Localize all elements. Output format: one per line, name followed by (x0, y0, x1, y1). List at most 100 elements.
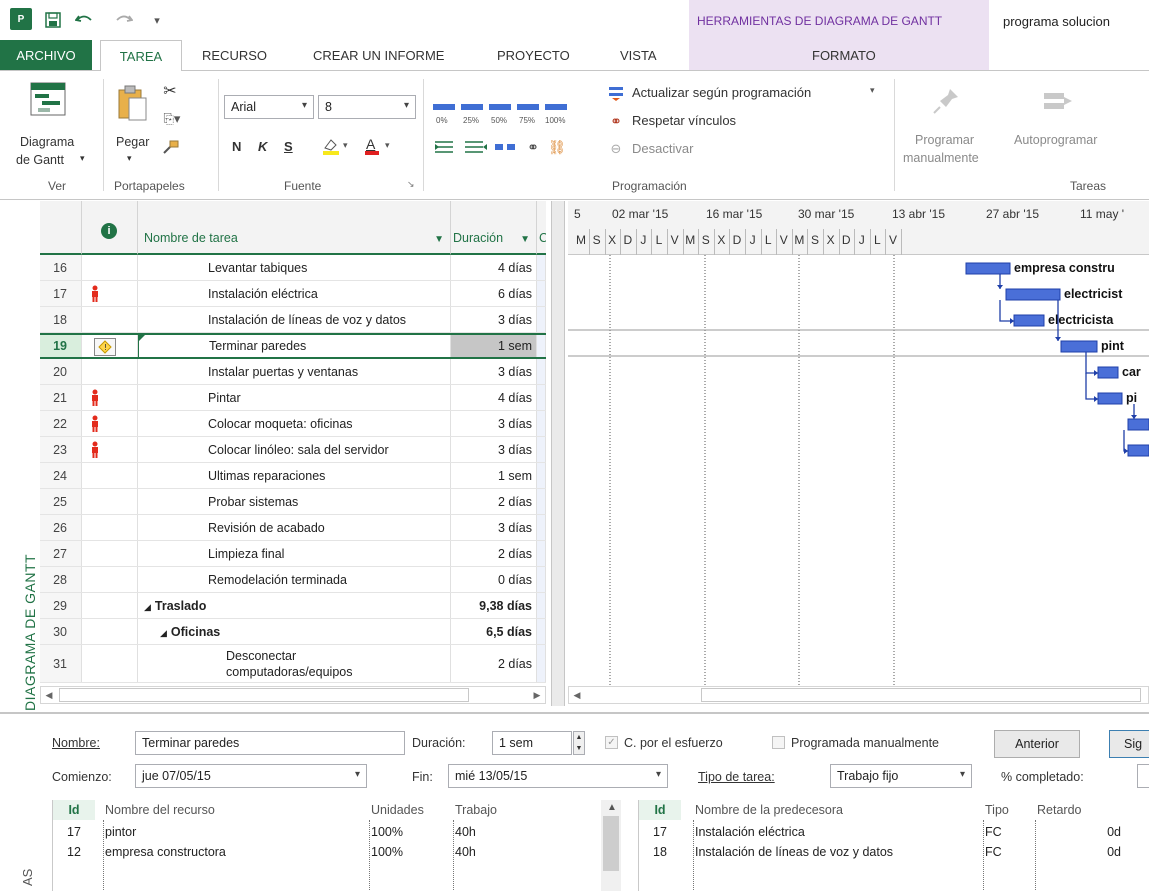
highlight-color-icon[interactable]: ▾ (320, 135, 356, 157)
grid-cell[interactable]: pintor (105, 822, 365, 842)
table-row[interactable]: 19! Terminar paredes 1 sem (40, 333, 546, 359)
finish-date-select[interactable]: mié 13/05/15 ▾ (448, 764, 668, 788)
duration-cell[interactable]: 6,5 días (451, 619, 537, 644)
task-name-cell[interactable]: Limpieza final (138, 541, 451, 566)
row-id[interactable]: 23 (40, 437, 82, 462)
grid-cell[interactable]: Instalación de líneas de voz y datos (695, 842, 975, 862)
table-row[interactable]: 21 Pintar 4 días (40, 385, 546, 411)
underline-button[interactable]: S (284, 139, 293, 154)
scrollbar-thumb[interactable] (59, 688, 469, 702)
respect-links-button[interactable]: Respetar vínculos (632, 113, 736, 128)
tab-formato[interactable]: FORMATO (812, 48, 876, 63)
task-name-header[interactable]: Nombre de tarea ▼ (138, 201, 451, 255)
view-splitter[interactable] (551, 201, 565, 706)
view-bar[interactable]: DIAGRAMA DE GANTT (0, 201, 40, 711)
task-name-cell[interactable]: Desconectar computadoras/equipos (138, 645, 451, 682)
auto-schedule-button[interactable]: Autoprogramar (1014, 133, 1097, 147)
task-name-cell[interactable]: Instalar puertas y ventanas (138, 359, 451, 384)
table-horizontal-scrollbar[interactable]: ◀ ▶ (40, 686, 546, 704)
deactivate-button[interactable]: Desactivar (632, 141, 693, 156)
table-row[interactable]: 29 ◢ Traslado 9,38 días (40, 593, 546, 619)
table-row[interactable]: 24 Ultimas reparaciones 1 sem (40, 463, 546, 489)
scrollbar-thumb[interactable] (603, 816, 619, 871)
grid-cell[interactable]: Instalación eléctrica (695, 822, 975, 842)
duration-cell[interactable]: 3 días (451, 437, 537, 462)
font-size-select[interactable]: 8 ▾ (318, 95, 416, 119)
auto-schedule-icon[interactable] (1040, 85, 1076, 117)
italic-button[interactable]: K (258, 139, 267, 154)
scroll-left-icon[interactable]: ◀ (41, 687, 57, 703)
filter-arrow-icon[interactable]: ▼ (520, 234, 530, 245)
update-schedule-icon[interactable] (606, 83, 626, 103)
duration-cell[interactable]: 0 días (451, 567, 537, 592)
grid-cell[interactable]: FC (985, 822, 1035, 842)
extra-cell[interactable] (537, 619, 546, 644)
filter-arrow-icon[interactable]: ▼ (434, 234, 444, 245)
extra-cell[interactable] (537, 335, 546, 357)
customize-qat-icon[interactable]: ▾ (150, 10, 164, 30)
duration-cell[interactable]: 1 sem (451, 335, 537, 357)
grid-cell[interactable]: 40h (455, 842, 537, 862)
task-name-cell[interactable]: Probar sistemas (138, 489, 451, 514)
task-name-cell[interactable]: ◢ Traslado (138, 593, 451, 618)
task-name-cell[interactable]: Ultimas reparaciones (138, 463, 451, 488)
tab-crear-informe[interactable]: CREAR UN INFORME (313, 48, 444, 63)
save-icon[interactable] (44, 10, 62, 30)
table-row[interactable]: 16 Levantar tabiques 4 días (40, 255, 546, 281)
task-type-select[interactable]: Trabajo fijo ▾ (830, 764, 972, 788)
start-date-select[interactable]: jue 07/05/15 ▾ (135, 764, 367, 788)
row-id[interactable]: 20 (40, 359, 82, 384)
task-name-cell[interactable]: Colocar moqueta: oficinas (138, 411, 451, 436)
table-row[interactable]: 20 Instalar puertas y ventanas 3 días (40, 359, 546, 385)
font-name-select[interactable]: Arial ▾ (224, 95, 314, 119)
grid-cell[interactable]: 17 (53, 822, 95, 842)
gantt-horizontal-scrollbar[interactable]: ◀ (568, 686, 1149, 704)
select-all-corner[interactable] (40, 201, 82, 255)
duration-cell[interactable]: 4 días (451, 385, 537, 410)
extra-cell[interactable] (537, 359, 546, 384)
collapse-triangle-icon[interactable]: ◢ (144, 602, 151, 612)
bold-button[interactable]: N (232, 139, 241, 154)
dialog-launcher-icon[interactable]: ↘ (407, 179, 415, 190)
extra-cell[interactable] (537, 489, 546, 514)
gantt-chart-icon[interactable] (28, 81, 68, 117)
update-schedule-button[interactable]: Actualizar según programación (632, 85, 811, 100)
row-id[interactable]: 28 (40, 567, 82, 592)
grid-cell[interactable]: 0d (1037, 822, 1123, 842)
task-name-cell[interactable]: Revisión de acabado (138, 515, 451, 540)
unlink-tasks-icon[interactable]: ⛓ (546, 137, 568, 157)
row-id[interactable]: 30 (40, 619, 82, 644)
task-name-cell[interactable]: Pintar (138, 385, 451, 410)
row-id[interactable]: 26 (40, 515, 82, 540)
cut-icon[interactable]: ✂ (160, 81, 180, 101)
scrollbar-thumb[interactable] (701, 688, 1141, 702)
table-row[interactable]: 25 Probar sistemas 2 días (40, 489, 546, 515)
previous-button[interactable]: Anterior (994, 730, 1080, 758)
tab-proyecto[interactable]: PROYECTO (497, 48, 570, 63)
grid-cell[interactable]: 0d (1037, 842, 1123, 862)
table-row[interactable]: 23 Colocar linóleo: sala del servidor 3 dí… (40, 437, 546, 463)
row-id[interactable]: 24 (40, 463, 82, 488)
chevron-down-icon[interactable]: ▾ (127, 153, 132, 164)
duration-input[interactable]: 1 sem (492, 731, 572, 755)
manual-schedule-label-2[interactable]: manualmente (903, 151, 979, 165)
extra-cell[interactable] (537, 281, 546, 306)
deactivate-icon[interactable]: ⊖ (606, 139, 626, 159)
row-id[interactable]: 18 (40, 307, 82, 332)
effort-driven-checkbox[interactable]: ✓ (605, 736, 618, 749)
copy-icon[interactable]: ⎘▾ (160, 109, 184, 129)
scroll-right-icon[interactable]: ▶ (529, 687, 545, 703)
outdent-icon[interactable] (462, 137, 490, 157)
gantt-view-label-1[interactable]: Diagrama (20, 135, 74, 149)
extra-cell[interactable] (537, 567, 546, 592)
row-id[interactable]: 17 (40, 281, 82, 306)
duration-cell[interactable]: 3 días (451, 411, 537, 436)
collapse-triangle-icon[interactable]: ◢ (160, 628, 167, 638)
row-id[interactable]: 19 (40, 335, 82, 357)
format-painter-icon[interactable] (160, 137, 182, 157)
task-name-cell[interactable]: Instalación de líneas de voz y datos (138, 307, 451, 332)
duration-cell[interactable]: 2 días (451, 541, 537, 566)
table-row[interactable]: 22 Colocar moqueta: oficinas 3 días (40, 411, 546, 437)
manual-schedule-label-1[interactable]: Programar (915, 133, 974, 147)
table-row[interactable]: 28 Remodelación terminada 0 días (40, 567, 546, 593)
